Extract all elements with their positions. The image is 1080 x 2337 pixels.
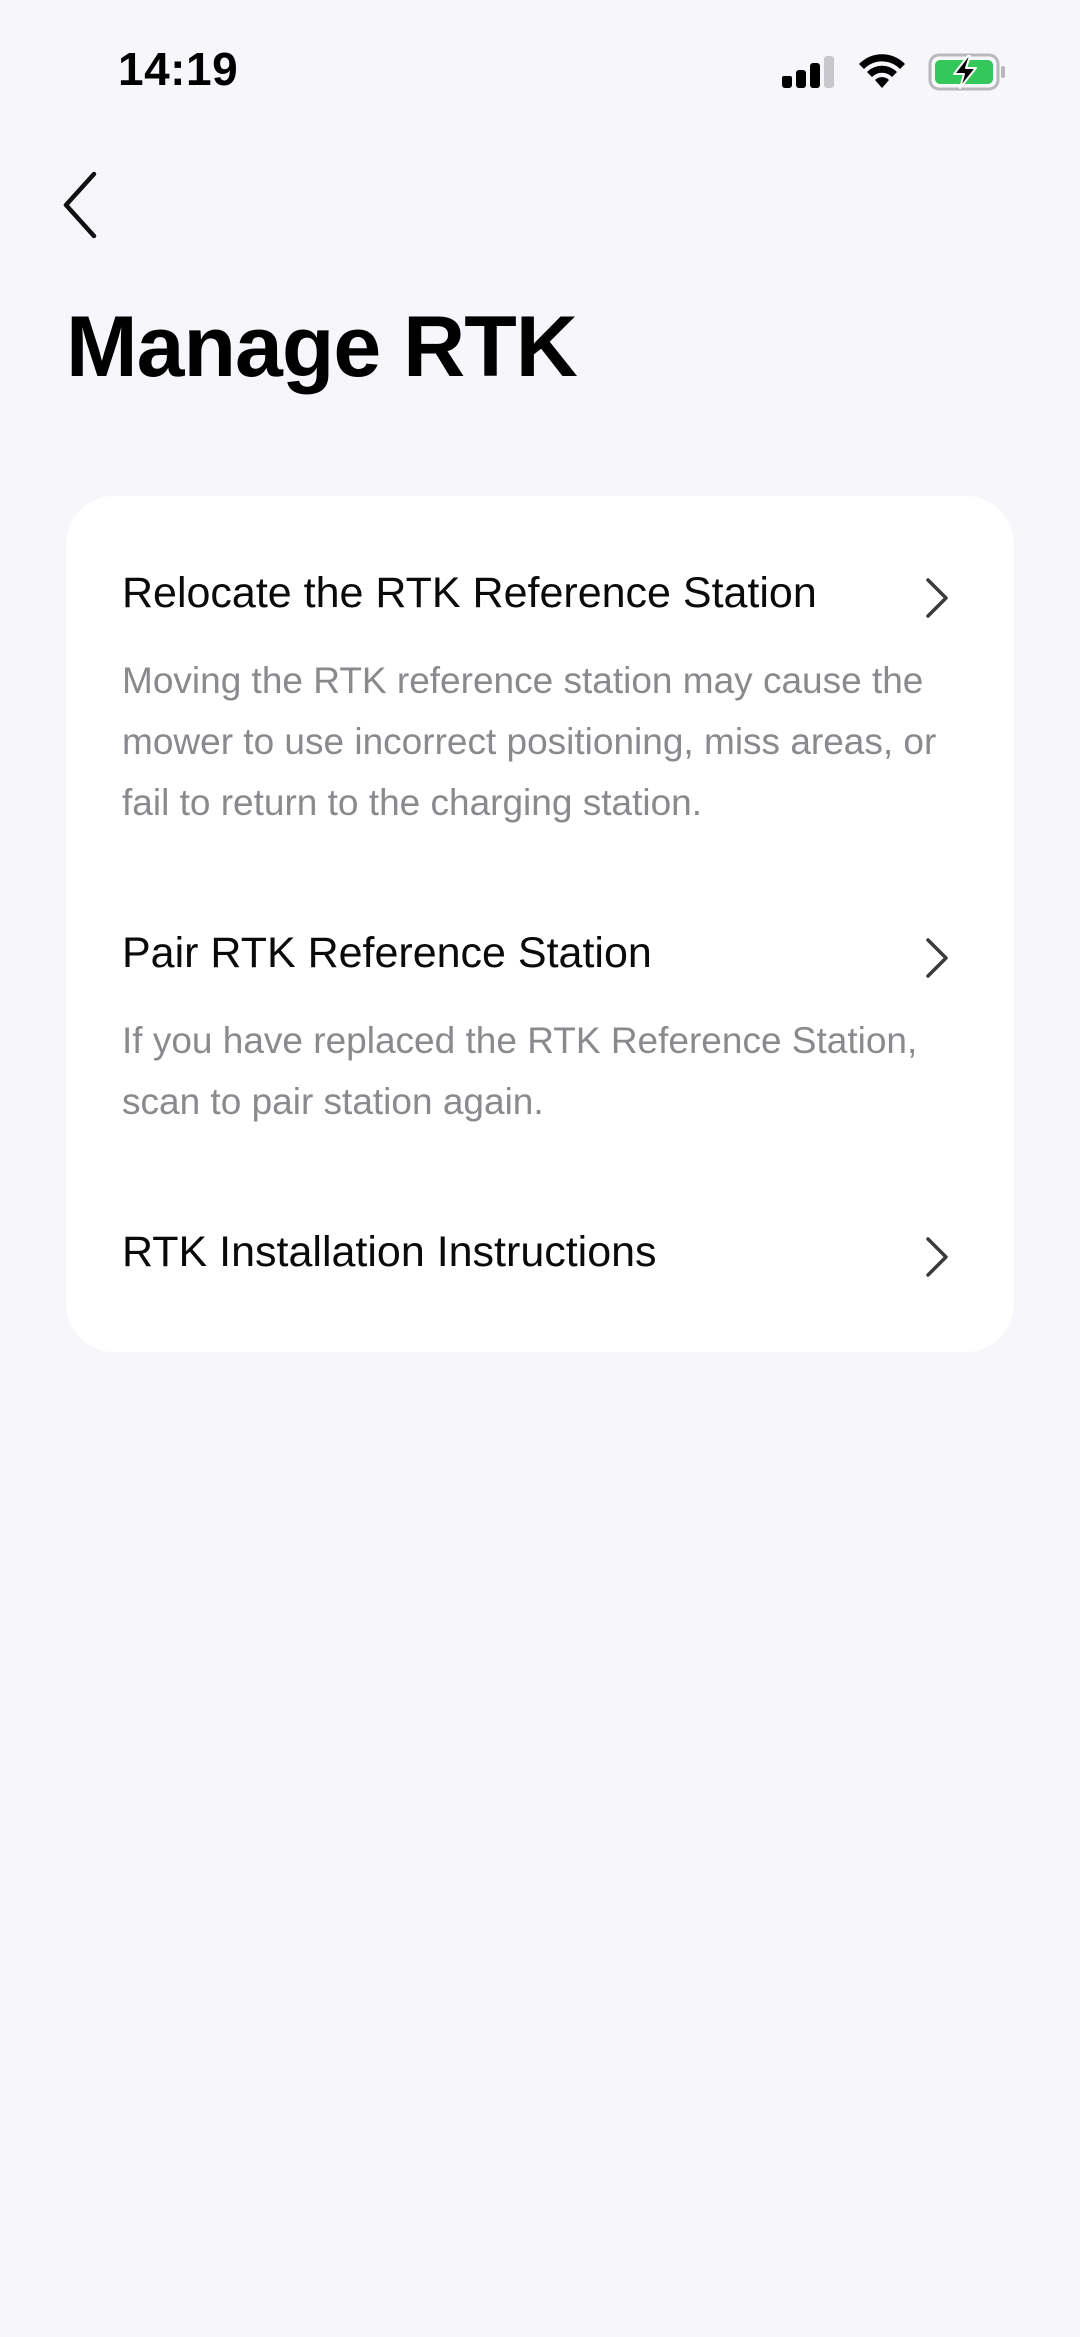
menu-item-title: Relocate the RTK Reference Station <box>122 569 817 617</box>
menu-item-title: RTK Installation Instructions <box>122 1228 657 1276</box>
pair-rtk-station-item[interactable]: Pair RTK Reference Station If you have r… <box>66 856 1014 1156</box>
chevron-left-icon <box>60 170 100 245</box>
menu-item-description: If you have replaced the RTK Reference S… <box>122 1020 918 1122</box>
chevron-right-icon <box>922 1235 952 1279</box>
status-icons <box>780 50 1008 94</box>
page-title: Manage RTK <box>66 299 578 395</box>
chevron-right-icon <box>922 576 952 620</box>
screen: 14:19 Manage RTK Relocate the RTK Refere… <box>0 0 1080 2337</box>
cellular-signal-icon <box>780 54 836 90</box>
wifi-icon <box>858 54 906 90</box>
chevron-right-icon <box>922 936 952 980</box>
status-time: 14:19 <box>118 43 239 95</box>
relocate-rtk-station-item[interactable]: Relocate the RTK Reference Station Movin… <box>66 496 1014 856</box>
back-button[interactable] <box>60 162 140 252</box>
rtk-installation-instructions-item[interactable]: RTK Installation Instructions <box>66 1156 1014 1352</box>
rtk-options-card: Relocate the RTK Reference Station Movin… <box>66 496 1014 1352</box>
menu-item-title: Pair RTK Reference Station <box>122 929 652 977</box>
menu-item-description: Moving the RTK reference station may cau… <box>122 660 937 823</box>
status-bar: 14:19 <box>0 0 1080 140</box>
battery-charging-icon <box>928 52 1008 92</box>
